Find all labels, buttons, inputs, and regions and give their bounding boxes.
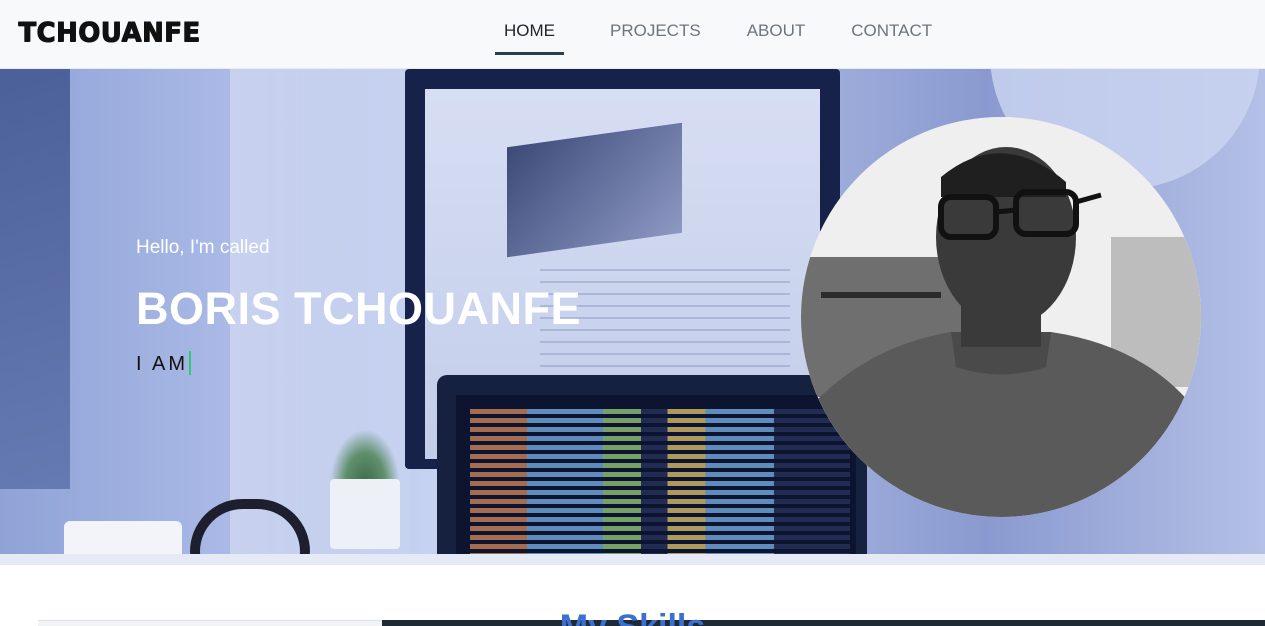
- nav-item-contact[interactable]: CONTACT: [851, 0, 932, 69]
- typing-cursor: [189, 351, 192, 375]
- profile-photo: [801, 117, 1201, 517]
- nav-item-home[interactable]: HOME: [495, 0, 564, 69]
- hero-name: BORIS TCHOUANFE: [136, 283, 581, 334]
- navbar: TCHOUANFE HOME PROJECTS ABOUT CONTACT: [0, 0, 1265, 69]
- hero-typing-text: I AM: [136, 351, 192, 377]
- profile-photo-illustration: [801, 117, 1201, 517]
- brand-logo[interactable]: TCHOUANFE: [18, 13, 200, 53]
- hero-section: Hello, I'm called BORIS TCHOUANFE I AM: [0, 69, 1265, 565]
- skills-title: My Skills: [560, 605, 706, 626]
- skills-section-heading: My Skills: [0, 605, 1265, 626]
- nav-item-about[interactable]: ABOUT: [747, 0, 806, 69]
- typing-prefix: I AM: [136, 353, 189, 375]
- nav-item-projects[interactable]: PROJECTS: [610, 0, 701, 69]
- nav-links: HOME PROJECTS ABOUT CONTACT: [495, 0, 978, 69]
- hero-greeting: Hello, I'm called: [136, 237, 270, 258]
